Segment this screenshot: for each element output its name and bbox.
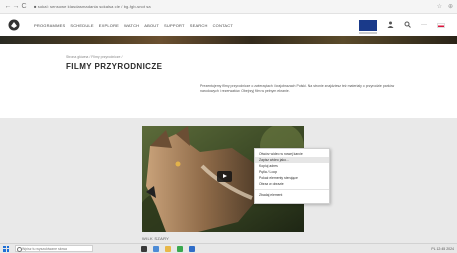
store-icon[interactable] (189, 245, 195, 252)
main-menu: PROGRAMMES SCHEDULE EXPLORE WATCH ABOUT … (34, 23, 233, 28)
tray-text: PL 12:45 2024 (431, 246, 454, 251)
menu-item-8[interactable]: CONTACT (213, 23, 233, 28)
search-icon[interactable] (404, 21, 411, 30)
play-button[interactable] (217, 171, 232, 182)
back-button[interactable]: ← (4, 0, 12, 14)
page-title: FILMY PRZYRODNICZE (66, 62, 163, 71)
edge-icon[interactable] (153, 245, 159, 252)
context-menu-item[interactable]: Obraz w obrazie (255, 181, 329, 187)
context-menu-item[interactable]: Zbadaj element (255, 192, 329, 198)
person-icon[interactable] (387, 21, 394, 30)
banner-image (0, 36, 457, 44)
menu-item-2[interactable]: SCHEDULE (70, 23, 93, 28)
language-flag-icon[interactable] (437, 22, 445, 28)
menu-item-1[interactable]: PROGRAMMES (34, 23, 65, 28)
taskbar-apps (141, 245, 195, 252)
taskbar-search[interactable]: Wpisz tu wyszukiwane słowa (15, 245, 93, 252)
page-description: Prezentujemy filmy przyrodnicze o zwierz… (200, 84, 395, 93)
bookmark-icon[interactable]: ☆ (437, 3, 442, 10)
menu-item-3[interactable]: EXPLORE (99, 23, 119, 28)
eu-flag-icon (359, 19, 377, 34)
context-menu-divider (255, 189, 329, 190)
menu-item-6[interactable]: SUPPORT (164, 23, 185, 28)
browser-toolbar: ← → C ■ sokal: sensowe klasdasmadania so… (0, 0, 457, 14)
system-tray[interactable]: PL 12:45 2024 (431, 247, 454, 251)
menu-item-4[interactable]: WATCH (124, 23, 139, 28)
site-header: PROGRAMMES SCHEDULE EXPLORE WATCH ABOUT … (0, 14, 457, 36)
address-bar[interactable]: ■ sokal: sensowe klasdasmadania sokalsa … (34, 4, 151, 9)
browser-actions: ☆ ⊕ (437, 3, 453, 10)
forward-button[interactable]: → (12, 0, 20, 14)
profile-icon[interactable]: ⊕ (448, 3, 453, 10)
chrome-icon[interactable] (177, 245, 183, 252)
context-menu: Otwórz wideo w nowej karcie Zapisz wideo… (254, 148, 330, 204)
folder-icon[interactable] (165, 245, 171, 252)
breadcrumb: Strona główna / Filmy przyrodnicze / (66, 55, 123, 59)
video-caption: WILK SZARY (142, 236, 170, 241)
menu-item-7[interactable]: SEARCH (190, 23, 208, 28)
header-actions: ··· (359, 19, 449, 34)
reload-button[interactable]: C (20, 0, 28, 14)
more-button[interactable]: ··· (421, 22, 427, 28)
site-logo-icon[interactable] (8, 19, 20, 31)
task-view-icon[interactable] (141, 245, 147, 252)
menu-item-5[interactable]: ABOUT (144, 23, 159, 28)
taskbar: Wpisz tu wyszukiwane słowa PL 12:45 2024 (0, 243, 457, 253)
windows-start-icon[interactable] (3, 245, 9, 252)
